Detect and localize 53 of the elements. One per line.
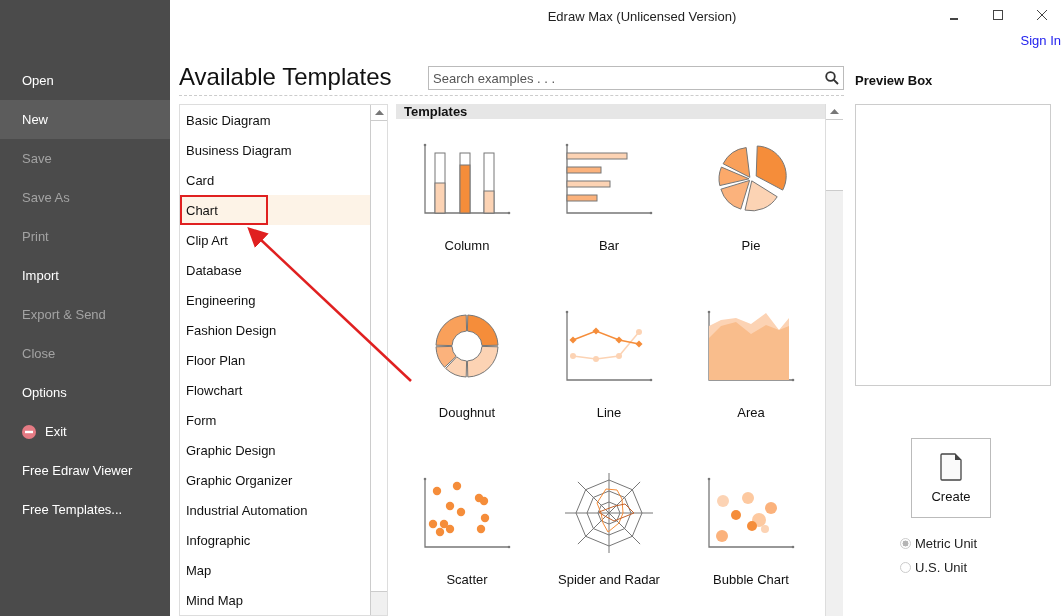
category-item[interactable]: Industrial Automation — [180, 495, 370, 525]
close-icon — [1037, 10, 1047, 20]
menu-item[interactable]: Exit — [0, 412, 170, 451]
menu-item[interactable]: Options — [0, 373, 170, 412]
window-title: Edraw Max (Unlicensed Version) — [547, 9, 737, 24]
category-item[interactable]: Floor Plan — [180, 345, 370, 375]
category-item[interactable]: Card — [180, 165, 370, 195]
category-item[interactable]: Mind Map — [180, 585, 370, 615]
exit-icon — [22, 424, 36, 439]
create-button[interactable]: Create — [911, 438, 991, 518]
radio-label: Metric Unit — [915, 536, 978, 551]
template-item[interactable]: Column — [396, 119, 538, 286]
page-heading: Available Templates — [179, 63, 392, 91]
panel-title: Preview Box — [855, 71, 934, 90]
template-item[interactable]: Bubble Chart — [680, 453, 822, 616]
menu-item[interactable]: New — [0, 100, 170, 139]
section-header: Templates — [396, 104, 825, 119]
category-item[interactable]: Database — [180, 255, 370, 285]
maximize-icon — [993, 10, 1003, 20]
category-item[interactable]: Basic Diagram — [180, 105, 370, 135]
template-item[interactable]: Area — [680, 286, 822, 453]
category-item[interactable]: Fashion Design — [180, 315, 370, 345]
search-icon — [825, 71, 839, 85]
category-item[interactable]: Engineering — [180, 285, 370, 315]
template-item[interactable]: Pie — [680, 119, 822, 286]
minimize-icon — [950, 17, 958, 20]
menu-item[interactable]: Free Templates... — [0, 490, 170, 529]
radio-label: U.S. Unit — [915, 560, 967, 575]
category-item[interactable]: Chart — [180, 195, 370, 225]
unit-radio[interactable]: U.S. Unit — [900, 560, 1051, 575]
template-item[interactable]: Spider and Radar — [538, 453, 680, 616]
category-item[interactable]: Graphic Design — [180, 435, 370, 465]
category-item[interactable]: Business Diagram — [180, 135, 370, 165]
template-item[interactable]: Doughnut — [396, 286, 538, 453]
up-arrow-icon — [374, 110, 384, 115]
category-item[interactable]: Infographic — [180, 525, 370, 555]
category-item[interactable]: Graphic Organizer — [180, 465, 370, 495]
category-item[interactable]: Flowchart — [180, 375, 370, 405]
menu-item[interactable]: Free Edraw Viewer — [0, 451, 170, 490]
template-item[interactable]: Line — [538, 286, 680, 453]
template-item[interactable]: Bar — [538, 119, 680, 286]
up-arrow-icon — [830, 109, 839, 114]
category-item[interactable]: Map — [180, 555, 370, 585]
template-item[interactable]: Scatter — [396, 453, 538, 616]
document-icon — [940, 452, 962, 481]
category-item[interactable]: Form — [180, 405, 370, 435]
unit-radio[interactable]: Metric Unit — [900, 536, 1051, 551]
category-item[interactable]: Clip Art — [180, 225, 370, 255]
search-field[interactable]: Search examples . . . — [428, 66, 844, 90]
radio-button[interactable] — [900, 538, 911, 549]
sign-in-link[interactable]: Sign In — [1020, 33, 1061, 48]
menu-item[interactable]: Open — [0, 61, 170, 100]
menu-item[interactable]: Import — [0, 256, 170, 295]
